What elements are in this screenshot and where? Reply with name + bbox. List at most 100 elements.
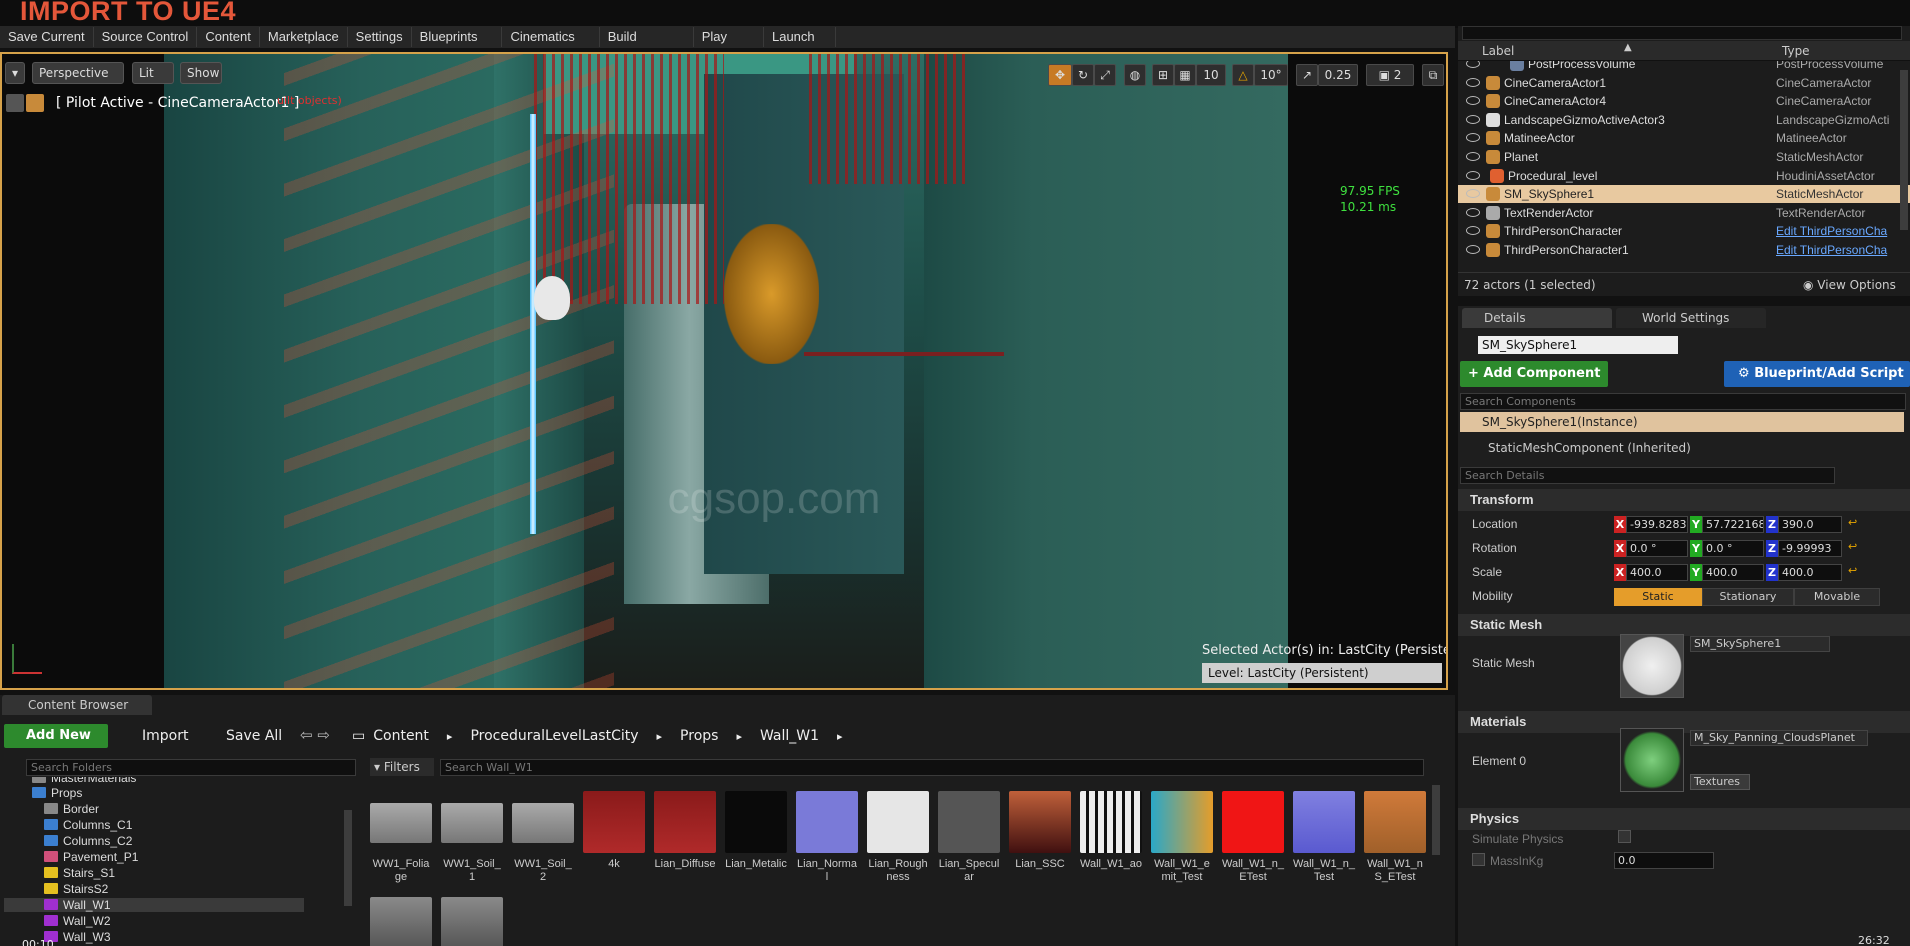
camera-speed-value[interactable]: ▣ 2 xyxy=(1366,64,1414,86)
reset-icon[interactable]: ↩ xyxy=(1848,564,1857,577)
component-instance-row[interactable]: SM_SkySphere1(Instance) xyxy=(1460,412,1904,432)
breadcrumb-item[interactable]: Props xyxy=(680,728,718,744)
add-new-button[interactable]: Add New xyxy=(4,724,108,748)
scale-snap-icon[interactable]: ↗ xyxy=(1296,64,1318,86)
search-assets-input[interactable]: Search Wall_W1 xyxy=(440,759,1424,776)
nav-arrows-icon[interactable]: ⇦ ⇨ xyxy=(300,726,340,746)
asset-tile[interactable]: Wall_W1_n_ETest xyxy=(1222,791,1284,884)
blueprint-add-script-button[interactable]: ⚙ Blueprint/Add Script xyxy=(1724,361,1910,387)
outliner-row[interactable]: CineCameraActor4 CineCameraActor xyxy=(1458,92,1910,110)
rotation-snap-value[interactable]: 10° xyxy=(1254,64,1288,86)
show-button[interactable]: Show xyxy=(180,62,222,84)
visibility-eye-icon[interactable] xyxy=(1466,77,1480,87)
asset-tile[interactable]: WW1_Foliage xyxy=(370,791,432,884)
actor-type[interactable]: Edit ThirdPersonCha xyxy=(1776,224,1887,238)
asset-tile[interactable]: Wall_W1_ao xyxy=(1080,791,1142,871)
outliner-row[interactable]: ThirdPersonCharacter1 Edit ThirdPersonCha xyxy=(1458,241,1910,259)
menu-content[interactable]: Content xyxy=(197,27,260,47)
menu-save-current[interactable]: Save Current xyxy=(0,27,94,47)
translate-mode-icon[interactable]: ✥ xyxy=(1048,64,1072,86)
breadcrumb-separator-icon[interactable]: ▸ xyxy=(736,730,742,743)
world-local-icon[interactable]: ◍ xyxy=(1124,64,1146,86)
asset-tile[interactable]: Wall_W1_n_Test xyxy=(1293,791,1355,884)
scene-render[interactable]: cgsop.com xyxy=(164,54,1288,688)
scale-x[interactable]: 400.0 xyxy=(1626,564,1688,581)
folder-item[interactable]: Props xyxy=(32,786,82,800)
folder-scrollbar[interactable] xyxy=(344,810,352,906)
menu-marketplace[interactable]: Marketplace xyxy=(260,27,348,47)
actor-name-field[interactable]: SM_SkySphere1 xyxy=(1478,336,1678,354)
reset-icon[interactable]: ↩ xyxy=(1848,540,1857,553)
location-y[interactable]: 57.722168 xyxy=(1702,516,1764,533)
rotation-x[interactable]: 0.0 ° xyxy=(1626,540,1688,557)
folder-item[interactable]: Wall_W2 xyxy=(44,914,111,928)
visibility-eye-icon[interactable] xyxy=(1466,114,1480,124)
breadcrumb-separator-icon[interactable]: ▸ xyxy=(447,730,453,743)
asset-tile[interactable]: Lian_Diffuse xyxy=(654,791,716,871)
scale-y[interactable]: 400.0 xyxy=(1702,564,1764,581)
outliner-row[interactable]: MatineeActor MatineeActor xyxy=(1458,129,1910,147)
tab-content-browser[interactable]: Content Browser xyxy=(2,695,152,715)
folder-item[interactable]: Border xyxy=(44,802,99,816)
breadcrumb-separator-icon[interactable]: ▸ xyxy=(657,730,663,743)
translate-gizmo[interactable] xyxy=(804,352,1004,356)
menu-source-control[interactable]: Source Control xyxy=(94,27,198,47)
visibility-eye-icon[interactable] xyxy=(1466,226,1480,236)
tab-world-settings[interactable]: World Settings xyxy=(1616,308,1766,328)
folder-item[interactable]: Wall_W1 xyxy=(4,898,304,912)
asset-tile[interactable]: Wall_W1_nS_ETest xyxy=(1364,791,1426,884)
mobility-movable-button[interactable]: Movable xyxy=(1794,588,1880,606)
outliner-row[interactable]: SM_SkySphere1 StaticMeshActor xyxy=(1458,185,1910,204)
location-label[interactable]: Location xyxy=(1472,517,1517,531)
mesh-asset-tile[interactable] xyxy=(441,897,503,946)
light-bulb-icon[interactable] xyxy=(534,276,570,320)
search-details-input[interactable]: Search Details xyxy=(1460,467,1835,484)
mobility-static-button[interactable]: Static xyxy=(1614,588,1702,606)
outliner-row[interactable]: ThirdPersonCharacter Edit ThirdPersonCha xyxy=(1458,222,1910,240)
mass-override-checkbox[interactable] xyxy=(1472,853,1485,866)
asset-tile[interactable]: Wall_W1_emit_Test xyxy=(1151,791,1213,884)
outliner-scrollbar[interactable] xyxy=(1900,70,1908,230)
asset-tile[interactable]: WW1_Soil_2 xyxy=(512,791,574,884)
breadcrumb-item[interactable]: Wall_W1 xyxy=(760,728,819,744)
asset-tile[interactable]: Lian_Roughness xyxy=(867,791,929,884)
textures-dropdown[interactable]: Textures xyxy=(1690,774,1750,790)
breadcrumb-separator-icon[interactable]: ▸ xyxy=(837,730,843,743)
visibility-eye-icon[interactable] xyxy=(1466,245,1480,254)
add-component-button[interactable]: + Add Component xyxy=(1460,361,1608,387)
level-viewport[interactable]: cgsop.com ▾ Perspective Lit Show [ Pilot… xyxy=(0,52,1448,690)
section-transform[interactable]: Transform xyxy=(1458,489,1910,511)
location-z[interactable]: 390.0 xyxy=(1778,516,1842,533)
section-physics[interactable]: Physics xyxy=(1458,808,1910,830)
material-picker[interactable]: M_Sky_Panning_CloudsPlanet xyxy=(1690,730,1868,746)
import-button[interactable]: Import xyxy=(118,724,198,748)
menu-build[interactable]: Build xyxy=(600,27,694,47)
menu-cinematics[interactable]: Cinematics xyxy=(502,27,600,47)
save-all-button[interactable]: Save All xyxy=(204,724,290,748)
tab-details[interactable]: Details xyxy=(1462,308,1612,328)
outliner-row[interactable]: LandscapeGizmoActiveActor3 LandscapeGizmo… xyxy=(1458,111,1910,129)
visibility-eye-icon[interactable] xyxy=(1466,96,1480,106)
visibility-eye-icon[interactable] xyxy=(1466,189,1480,199)
search-folders-input[interactable]: Search Folders xyxy=(26,759,356,776)
mass-field[interactable]: 0.0 xyxy=(1614,852,1714,869)
lit-button[interactable]: Lit xyxy=(132,62,174,84)
folder-item[interactable]: Stairs_S1 xyxy=(44,866,115,880)
folder-item[interactable]: Columns_C1 xyxy=(44,818,132,832)
maximize-viewport-icon[interactable]: ⧉ xyxy=(1422,64,1444,86)
asset-tile[interactable]: Lian_Normal xyxy=(796,791,858,884)
static-mesh-thumbnail[interactable] xyxy=(1620,634,1684,698)
mobility-stationary-button[interactable]: Stationary xyxy=(1702,588,1794,606)
scale-z[interactable]: 400.0 xyxy=(1778,564,1842,581)
filters-button[interactable]: ▾ Filters xyxy=(370,758,434,776)
surface-snap-icon[interactable]: ⊞ xyxy=(1152,64,1174,86)
folder-item[interactable]: StairsS2 xyxy=(44,882,108,896)
rotation-z[interactable]: -9.99993 xyxy=(1778,540,1842,557)
scale-mode-icon[interactable]: ⤢ xyxy=(1094,64,1116,86)
simulate-physics-checkbox[interactable] xyxy=(1618,830,1631,843)
menu-settings[interactable]: Settings xyxy=(348,27,412,47)
col-label[interactable]: Label xyxy=(1482,44,1514,58)
asset-tile[interactable]: Lian_Specular xyxy=(938,791,1000,884)
scale-label[interactable]: Scale xyxy=(1472,565,1502,579)
rotation-y[interactable]: 0.0 ° xyxy=(1702,540,1764,557)
